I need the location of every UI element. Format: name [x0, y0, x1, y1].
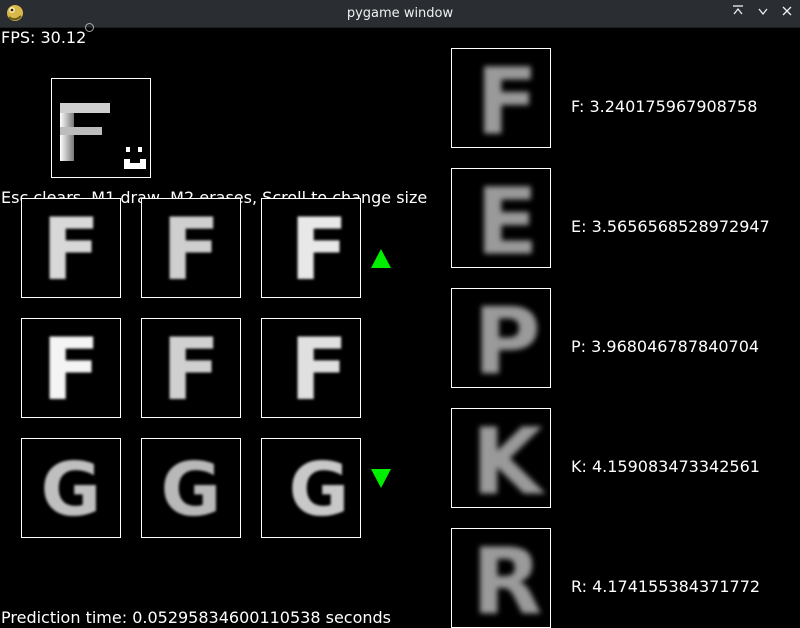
letter-image: F	[42, 200, 101, 297]
sample-tile[interactable]: G	[21, 438, 121, 538]
close-icon	[782, 6, 792, 16]
prediction-time-text: Prediction time: 0.05295834600110538 sec…	[1, 608, 391, 627]
letter-glyph: G	[289, 447, 350, 533]
minimize-button[interactable]	[753, 4, 773, 22]
letter-glyph: F	[42, 200, 101, 297]
sample-tile[interactable]: F	[21, 318, 121, 418]
letter-glyph: G	[41, 447, 102, 533]
brush-cursor	[85, 23, 94, 32]
down-arrow-shape	[371, 469, 391, 488]
letter-glyph: F	[290, 200, 349, 297]
sample-tile[interactable]: F	[141, 198, 241, 298]
keep-above-button[interactable]	[728, 4, 748, 22]
prediction-tile: R	[451, 528, 551, 628]
prediction-score: P: 3.968046787840704	[571, 337, 760, 356]
sample-tile[interactable]: F	[21, 198, 121, 298]
letter-image: G	[289, 447, 350, 533]
prediction-score: R: 4.174155384371772	[571, 577, 761, 596]
sample-tile[interactable]: F	[261, 198, 361, 298]
close-button[interactable]	[777, 4, 797, 22]
letter-glyph: F	[162, 200, 221, 297]
prediction-tile: K	[451, 408, 551, 508]
window-title: pygame window	[346, 6, 454, 21]
prediction-tile: F	[451, 48, 551, 148]
chevron-up-bar-icon	[733, 5, 743, 15]
sample-tile[interactable]: F	[141, 318, 241, 418]
letter-image: F	[476, 49, 539, 147]
prediction-tile: E	[451, 168, 551, 268]
letter-glyph: P	[473, 289, 540, 387]
letter-image: F	[290, 320, 349, 417]
drawn-letter-image	[60, 103, 146, 169]
letter-glyph: K	[471, 409, 546, 507]
prediction-score: F: 3.240175967908758	[571, 97, 758, 116]
letter-image: G	[41, 447, 102, 533]
letter-glyph: F	[290, 320, 349, 417]
drawing-canvas[interactable]	[51, 78, 151, 178]
letter-image: G	[161, 447, 222, 533]
letter-image: E	[476, 169, 539, 267]
letter-image: P	[473, 289, 540, 387]
letter-image: R	[472, 529, 543, 627]
letter-glyph: G	[161, 447, 222, 533]
letter-glyph: E	[476, 169, 539, 267]
letter-image: F	[162, 320, 221, 417]
up-arrow-shape	[371, 249, 391, 268]
letter-glyph: F	[42, 320, 101, 417]
letter-glyph: F	[476, 49, 539, 147]
letter-image: F	[42, 320, 101, 417]
letter-glyph: R	[472, 529, 543, 627]
letter-image: F	[290, 200, 349, 297]
sample-tile[interactable]: F	[261, 318, 361, 418]
scroll-up-arrow-icon[interactable]	[370, 248, 392, 270]
title-bar: pygame window	[0, 0, 800, 28]
letter-glyph: F	[162, 320, 221, 417]
prediction-tile: P	[451, 288, 551, 388]
prediction-score: K: 4.159083473342561	[571, 457, 760, 476]
sample-tile[interactable]: G	[261, 438, 361, 538]
letter-image: F	[162, 200, 221, 297]
letter-image: K	[471, 409, 546, 507]
sample-tile[interactable]: G	[141, 438, 241, 538]
chevron-down-icon	[758, 8, 768, 16]
scroll-down-arrow-icon[interactable]	[370, 467, 392, 489]
fps-counter: FPS: 30.12	[1, 28, 87, 47]
prediction-score: E: 3.5656568528972947	[571, 217, 770, 236]
